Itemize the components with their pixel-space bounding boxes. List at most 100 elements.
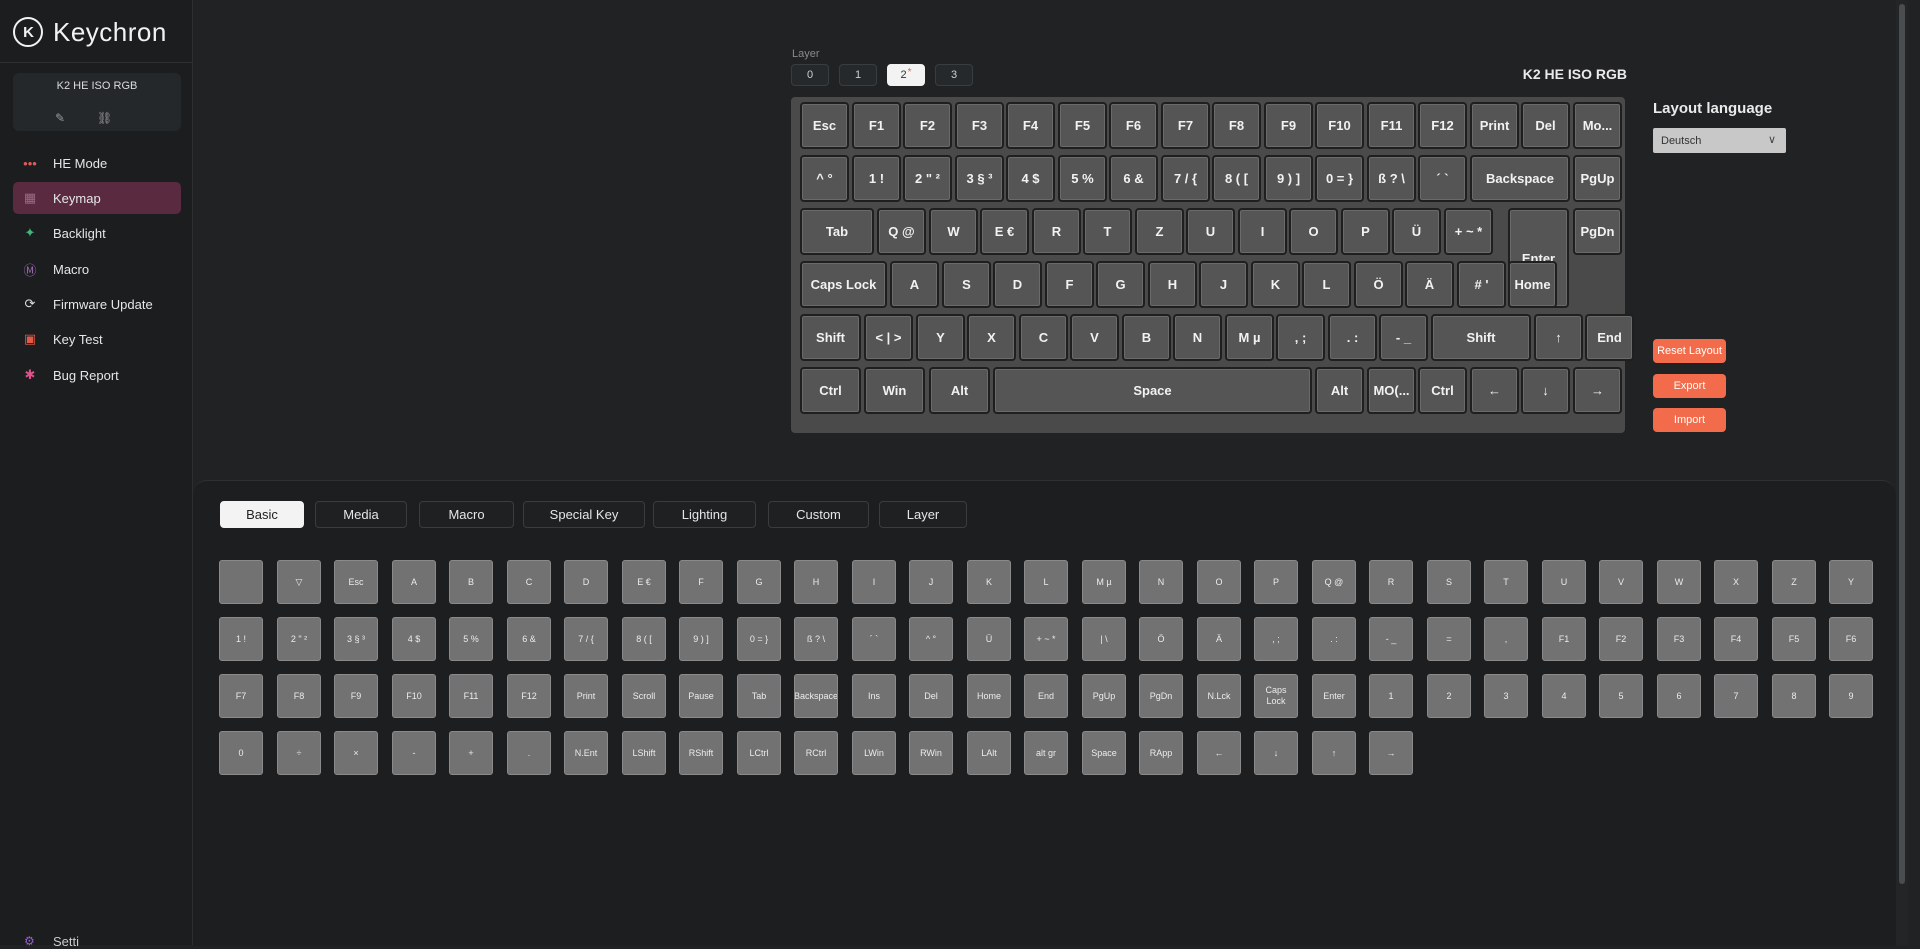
keycode-f5[interactable]: F5 bbox=[1772, 617, 1816, 661]
key-e[interactable]: E € bbox=[980, 208, 1029, 255]
keycode-pgdn[interactable]: PgDn bbox=[1139, 674, 1183, 718]
key-1[interactable]: 1 ! bbox=[852, 155, 901, 202]
keycode-f11[interactable]: F11 bbox=[449, 674, 493, 718]
keycode-s[interactable]: S bbox=[1427, 560, 1471, 604]
keycode-sym[interactable]: ↑ bbox=[1312, 731, 1356, 775]
key-f6[interactable]: F6 bbox=[1109, 102, 1158, 149]
key-sym[interactable]: - _ bbox=[1379, 314, 1428, 361]
key-p[interactable]: P bbox=[1341, 208, 1390, 255]
keycode-home[interactable]: Home bbox=[967, 674, 1011, 718]
keycode-print[interactable]: Print bbox=[564, 674, 608, 718]
tab-special-key[interactable]: Special Key bbox=[523, 501, 645, 528]
key-sym[interactable]: ^ ° bbox=[800, 155, 849, 202]
key-sym[interactable]: Ü bbox=[1392, 208, 1441, 255]
keycode-sym[interactable]: , bbox=[1484, 617, 1528, 661]
key-tab[interactable]: Tab bbox=[800, 208, 874, 255]
key-sym[interactable]: ← bbox=[1470, 367, 1519, 414]
keycode-sym[interactable]: → bbox=[1369, 731, 1413, 775]
keycode-sym[interactable]: + ~ * bbox=[1024, 617, 1068, 661]
keycode-sym[interactable]: | \ bbox=[1082, 617, 1126, 661]
layer-button-3[interactable]: 3 bbox=[935, 64, 973, 86]
layer-button-0[interactable]: 0 bbox=[791, 64, 829, 86]
sidebar-item-key-test[interactable]: ▣ Key Test bbox=[13, 323, 181, 355]
key-w[interactable]: W bbox=[929, 208, 978, 255]
keycode-sym[interactable]: ^ ° bbox=[909, 617, 953, 661]
keycode-pgup[interactable]: PgUp bbox=[1082, 674, 1126, 718]
keycode-sym[interactable]: ↓ bbox=[1254, 731, 1298, 775]
keycode-p[interactable]: P bbox=[1254, 560, 1298, 604]
keycode-g[interactable]: G bbox=[737, 560, 781, 604]
key-ctrl[interactable]: Ctrl bbox=[1418, 367, 1467, 414]
key-o[interactable]: O bbox=[1289, 208, 1338, 255]
key-sym[interactable]: ↓ bbox=[1521, 367, 1570, 414]
keycode-3[interactable]: 3 § ³ bbox=[334, 617, 378, 661]
keycode-z[interactable]: Z bbox=[1772, 560, 1816, 604]
key-s[interactable]: S bbox=[942, 261, 991, 308]
keycode-6[interactable]: 6 bbox=[1657, 674, 1701, 718]
keycode-f7[interactable]: F7 bbox=[219, 674, 263, 718]
keycode-n-lck[interactable]: N.Lck bbox=[1197, 674, 1241, 718]
keycode-rshift[interactable]: RShift bbox=[679, 731, 723, 775]
key-f7[interactable]: F7 bbox=[1161, 102, 1210, 149]
keycode-enter[interactable]: Enter bbox=[1312, 674, 1356, 718]
keycode-i[interactable]: I bbox=[852, 560, 896, 604]
key-x[interactable]: X bbox=[967, 314, 1016, 361]
keycode-f1[interactable]: F1 bbox=[1542, 617, 1586, 661]
key-t[interactable]: T bbox=[1083, 208, 1132, 255]
key-k[interactable]: K bbox=[1251, 261, 1300, 308]
key-c[interactable]: C bbox=[1019, 314, 1068, 361]
keycode-t[interactable]: T bbox=[1484, 560, 1528, 604]
key-f2[interactable]: F2 bbox=[903, 102, 952, 149]
keycode-f10[interactable]: F10 bbox=[392, 674, 436, 718]
key-j[interactable]: J bbox=[1199, 261, 1248, 308]
tab-custom[interactable]: Custom bbox=[768, 501, 869, 528]
keycode-sym[interactable]: ← bbox=[1197, 731, 1241, 775]
key-4[interactable]: 4 $ bbox=[1006, 155, 1055, 202]
keycode-sym[interactable]: ß ? \ bbox=[794, 617, 838, 661]
unlink-icon[interactable]: ⛓ bbox=[97, 111, 112, 125]
key-mo[interactable]: MO(... bbox=[1367, 367, 1416, 414]
settings-icon[interactable]: ⚙ bbox=[24, 934, 35, 948]
key-ctrl[interactable]: Ctrl bbox=[800, 367, 861, 414]
keycode-space[interactable]: Space bbox=[1082, 731, 1126, 775]
key-sym[interactable]: # ' bbox=[1457, 261, 1506, 308]
keycode-sym[interactable]: - _ bbox=[1369, 617, 1413, 661]
import-button[interactable]: Import bbox=[1653, 408, 1726, 432]
key-f9[interactable]: F9 bbox=[1264, 102, 1313, 149]
keycode-1[interactable]: 1 ! bbox=[219, 617, 263, 661]
keycode-pause[interactable]: Pause bbox=[679, 674, 723, 718]
key-q[interactable]: Q @ bbox=[877, 208, 926, 255]
sidebar-item-settings[interactable]: Setti bbox=[53, 934, 79, 949]
export-button[interactable]: Export bbox=[1653, 374, 1726, 398]
keycode-f8[interactable]: F8 bbox=[277, 674, 321, 718]
key-win[interactable]: Win bbox=[864, 367, 925, 414]
keycode-f12[interactable]: F12 bbox=[507, 674, 551, 718]
key-u[interactable]: U bbox=[1186, 208, 1235, 255]
sidebar-item-he-mode[interactable]: ••• HE Mode bbox=[13, 147, 181, 179]
key-shift[interactable]: Shift bbox=[1431, 314, 1531, 361]
keycode-lalt[interactable]: LAlt bbox=[967, 731, 1011, 775]
keycode-del[interactable]: Del bbox=[909, 674, 953, 718]
keycode-9[interactable]: 9 bbox=[1829, 674, 1873, 718]
keycode-rwin[interactable]: RWin bbox=[909, 731, 953, 775]
key-f10[interactable]: F10 bbox=[1315, 102, 1364, 149]
key-home[interactable]: Home bbox=[1508, 261, 1557, 308]
key-9[interactable]: 9 ) ] bbox=[1264, 155, 1313, 202]
keycode-j[interactable]: J bbox=[909, 560, 953, 604]
key-f3[interactable]: F3 bbox=[955, 102, 1004, 149]
layer-button-1[interactable]: 1 bbox=[839, 64, 877, 86]
keycode-sym[interactable]: . bbox=[507, 731, 551, 775]
keycode-sym[interactable]: + bbox=[449, 731, 493, 775]
key-del[interactable]: Del bbox=[1521, 102, 1570, 149]
keycode-8[interactable]: 8 ( [ bbox=[622, 617, 666, 661]
key-pgup[interactable]: PgUp bbox=[1573, 155, 1622, 202]
keycode-b[interactable]: B bbox=[449, 560, 493, 604]
key-f12[interactable]: F12 bbox=[1418, 102, 1467, 149]
sidebar-item-backlight[interactable]: ✦ Backlight bbox=[13, 217, 181, 249]
key-f8[interactable]: F8 bbox=[1212, 102, 1261, 149]
tab-macro[interactable]: Macro bbox=[419, 501, 514, 528]
key-3[interactable]: 3 § ³ bbox=[955, 155, 1004, 202]
key-shift[interactable]: Shift bbox=[800, 314, 861, 361]
key-f11[interactable]: F11 bbox=[1367, 102, 1416, 149]
keycode-a[interactable]: A bbox=[392, 560, 436, 604]
